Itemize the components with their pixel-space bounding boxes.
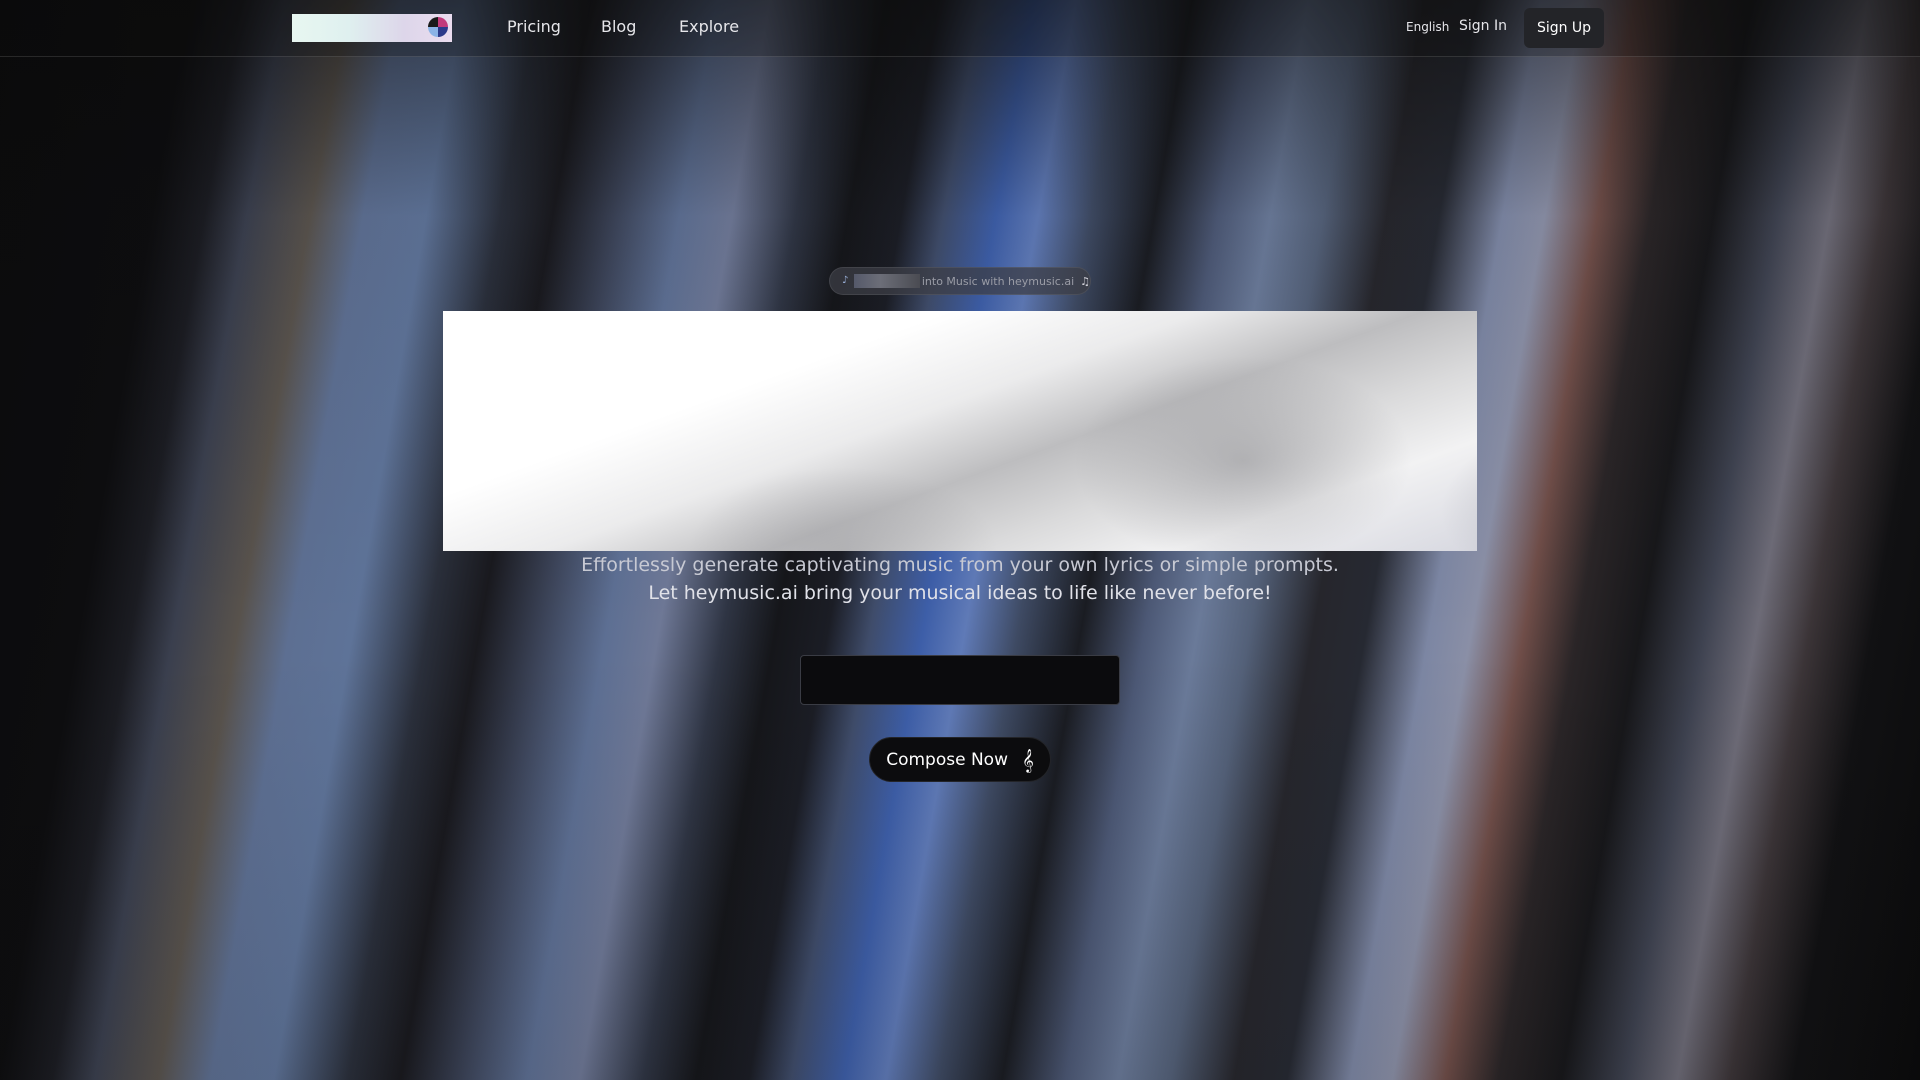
compose-now-button[interactable]: Compose Now 𝄞 [869,737,1051,782]
hero-subtitle: Effortlessly generate captivating music … [460,551,1460,607]
prompt-input[interactable] [800,655,1120,705]
treble-clef-icon: 𝄞 [1021,747,1034,772]
badge-blurred-text [853,274,920,288]
nav-link-explore[interactable]: Explore [679,17,739,36]
hero-subtitle-line1: Effortlessly generate captivating music … [581,554,1339,576]
language-selector[interactable]: English [1406,20,1449,34]
hero-banner-image [443,311,1477,551]
sign-up-button[interactable]: Sign Up [1524,8,1604,48]
music-note-icon: ♪ [842,275,849,286]
music-notes-icon: ♫ [1080,274,1090,288]
hero-banner-shading [443,311,1477,551]
top-nav: Pricing Blog Explore English Sign In Sig… [0,0,1920,57]
site-logo[interactable] [292,14,452,42]
nav-link-blog[interactable]: Blog [601,17,636,36]
compose-now-label: Compose Now [886,749,1008,770]
logo-disc-icon [428,17,448,37]
nav-link-pricing[interactable]: Pricing [507,17,561,36]
hero-subtitle-line2: Let heymusic.ai bring your musical ideas… [648,582,1272,604]
badge-text: into Music with heymusic.ai [921,274,1075,288]
sign-in-link[interactable]: Sign In [1459,18,1507,34]
announcement-badge[interactable]: ♪ into Music with heymusic.ai ♫ [829,267,1091,295]
